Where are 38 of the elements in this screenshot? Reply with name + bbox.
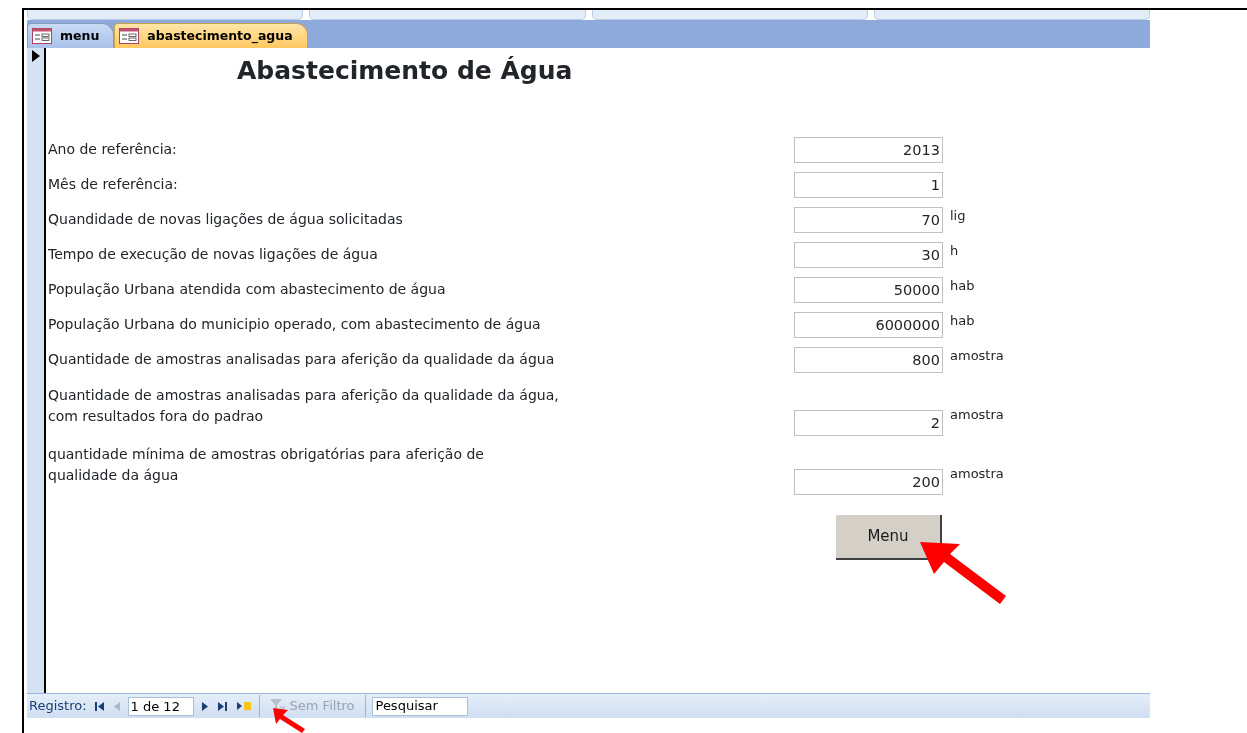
- menu-button[interactable]: Menu: [836, 515, 942, 560]
- field-label: Tempo de execução de novas ligações de água: [48, 245, 379, 265]
- field-label: quantidade mínima de amostras obrigatórias para aferição de qualidade da água: [48, 445, 485, 485]
- unit-label: amostra: [950, 405, 1004, 424]
- field-label: Ano de referência:: [48, 140, 178, 160]
- document-tab[interactable]: abastecimento_agua: [114, 23, 308, 48]
- text-field[interactable]: 70: [794, 206, 943, 233]
- field-label: População Urbana atendida com abastecimento de água: [48, 280, 447, 300]
- form-icon: [32, 28, 52, 44]
- record-number-field[interactable]: 1 de 12: [127, 696, 194, 716]
- text-field[interactable]: 6000000: [794, 311, 943, 338]
- form-icon: [119, 28, 140, 44]
- text-field[interactable]: 200: [794, 469, 943, 495]
- last-record-button[interactable]: [215, 701, 229, 711]
- field-label: Quantidade de amostras analisadas para aferição da qualidade da água, com resultados fora do padrao: [48, 386, 560, 426]
- field-label: Quandidade de novas ligações de água solicitadas: [48, 210, 404, 230]
- next-record-button[interactable]: [199, 701, 210, 711]
- text-field[interactable]: 1: [794, 171, 943, 198]
- text-field[interactable]: 50000: [794, 276, 943, 303]
- field-label: Mês de referência:: [48, 175, 179, 195]
- unit-label: hab: [950, 277, 975, 295]
- text-field[interactable]: 2013: [794, 136, 943, 163]
- first-record-button[interactable]: [92, 701, 106, 711]
- search-field[interactable]: Pesquisar: [371, 696, 468, 716]
- unit-label: amostra: [950, 464, 1004, 483]
- unit-label: lig: [950, 207, 966, 225]
- document-tab[interactable]: menu: [27, 23, 115, 48]
- field-label: População Urbana do municipio operado, com abastecimento de água: [48, 315, 542, 335]
- text-field[interactable]: 2: [794, 410, 943, 436]
- text-field[interactable]: 30: [794, 241, 943, 268]
- text-field[interactable]: 800: [794, 346, 943, 373]
- unit-label: amostra: [950, 347, 1004, 365]
- field-label: Quantidade de amostras analisadas para aferição da qualidade da água: [48, 350, 556, 370]
- record-label: Registro:: [29, 697, 87, 716]
- unit-label: hab: [950, 312, 975, 330]
- new-record-button[interactable]: [234, 701, 253, 711]
- form-title: Abastecimento de Água: [237, 55, 574, 87]
- unit-label: h: [950, 242, 959, 260]
